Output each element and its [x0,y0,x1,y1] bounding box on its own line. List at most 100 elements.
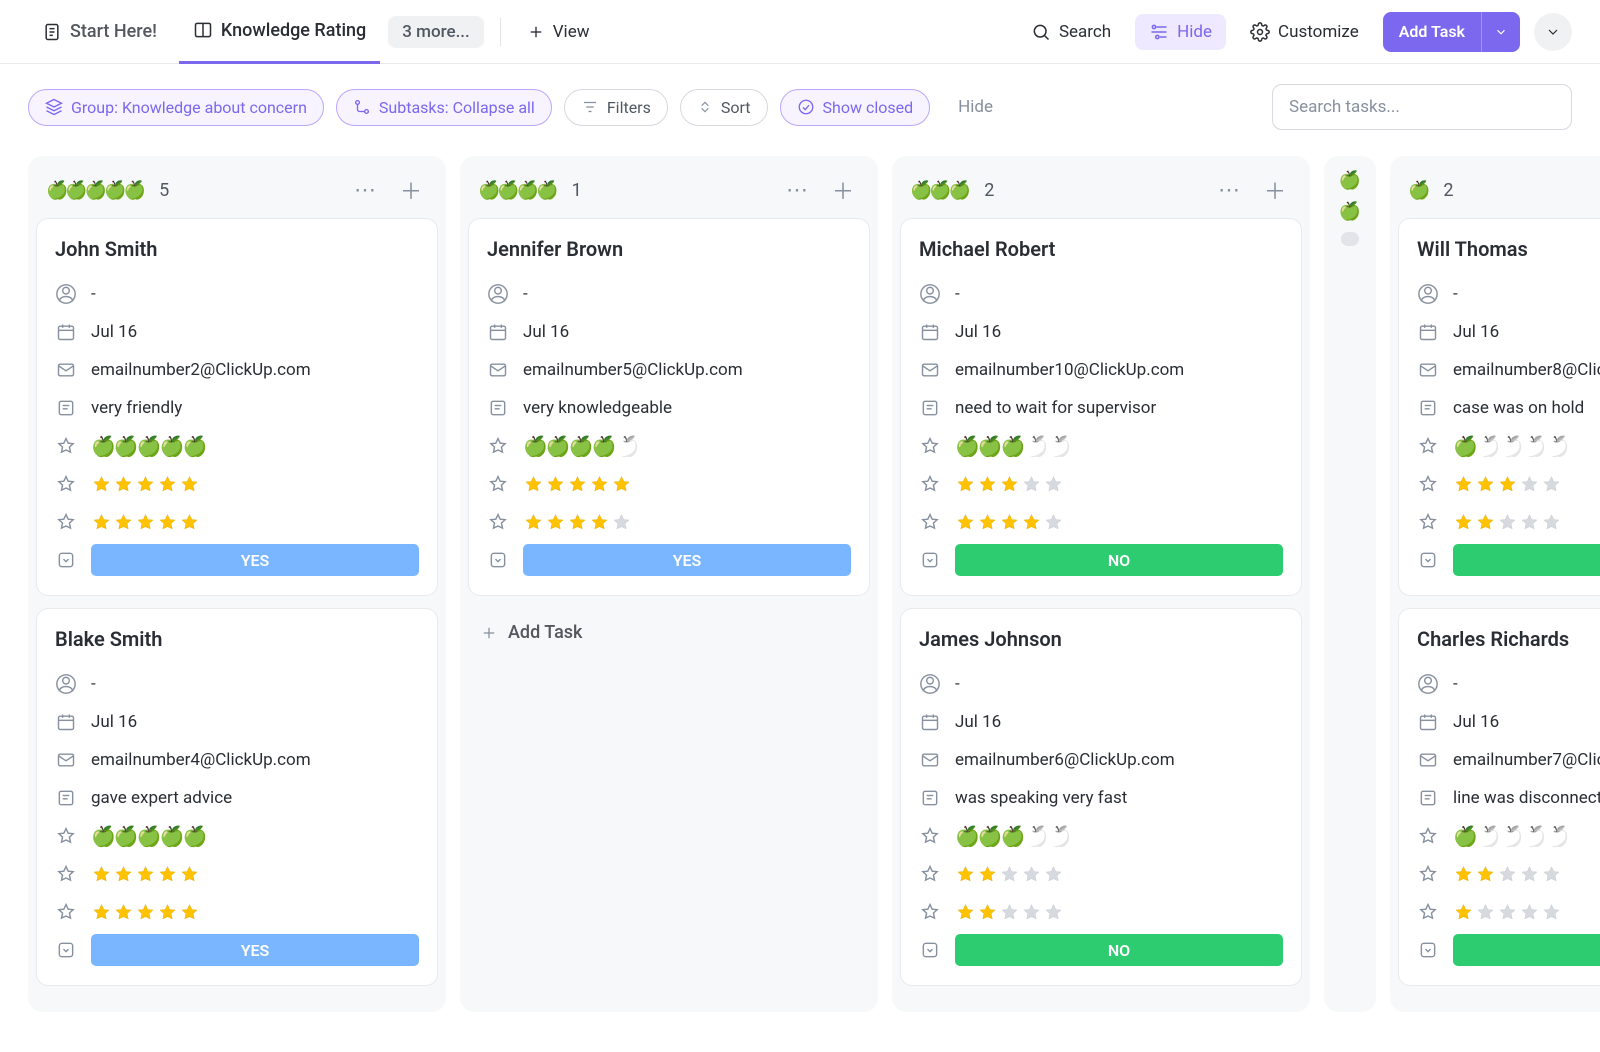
search-tasks-input[interactable]: Search tasks... [1272,84,1572,130]
rating-stars-2 [919,893,1283,931]
more-menu-button[interactable] [1534,13,1572,51]
card-title: Charles Richards [1417,627,1600,651]
answer-field: YES [55,931,419,969]
add-task-dropdown[interactable] [1481,12,1520,52]
assignee-field: - [55,665,419,703]
rating-stars-2 [1417,503,1600,541]
column-menu-icon[interactable]: ⋯ [348,178,384,203]
column-count: 2 [1443,180,1453,201]
card-title: Jennifer Brown [487,237,851,261]
answer-tag[interactable]: YES [91,544,419,576]
rating-apples: 🍏🍏🍏🍏🍏 [1417,427,1600,465]
rating-stars-1 [1417,855,1600,893]
card-title: Will Thomas [1417,237,1600,261]
column-menu-icon[interactable]: ⋯ [1212,178,1248,203]
tab-knowledge-rating[interactable]: Knowledge Rating [179,0,380,64]
date-field: Jul 16 [55,703,419,741]
tab-start-here[interactable]: Start Here! [28,0,171,64]
column-count: 5 [159,180,169,201]
email-field: emailnumber8@ClickUp.com [1417,351,1600,389]
assignee-field: - [919,665,1283,703]
column-header: 🍏🍏🍏🍏 1 ⋯ ＋ [468,164,870,218]
add-view-button[interactable]: View [517,16,600,48]
column-add-icon[interactable]: ＋ [394,174,428,206]
add-task-row[interactable]: Add Task [468,608,870,657]
task-card[interactable]: James Johnson - Jul 16 emailnumber6@Clic… [900,608,1302,986]
main-toolbar: Start Here! Knowledge Rating 3 more... V… [0,0,1600,64]
board-column: 🍏🍏🍏🍏🍏 5 ⋯ ＋ John Smith - Jul 16 emailnum… [28,156,446,1012]
add-task-button[interactable]: Add Task [1383,12,1481,52]
answer-tag[interactable]: YES [523,544,851,576]
column-add-icon[interactable]: ＋ [1258,174,1292,206]
tab-label: Start Here! [70,21,157,42]
answer-tag[interactable]: NO [955,934,1283,966]
rating-apples: 🍏🍏🍏🍏🍏 [1417,817,1600,855]
assignee-field: - [487,275,851,313]
task-card[interactable]: Michael Robert - Jul 16 emailnumber10@Cl… [900,218,1302,596]
label: Subtasks: Collapse all [379,98,535,117]
rating-stars-2 [919,503,1283,541]
apple-icon: 🍏 [1339,201,1361,222]
task-card[interactable]: Charles Richards - Jul 16 emailnumber7@C… [1398,608,1600,986]
label: View [553,22,590,42]
assignee-field: - [55,275,419,313]
column-rating: 🍏🍏🍏 [910,180,968,201]
column-header: 🍏🍏🍏 2 ⋯ ＋ [900,164,1302,218]
show-closed-chip[interactable]: Show closed [780,89,931,126]
rating-stars-2 [1417,893,1600,931]
more-tabs-badge[interactable]: 3 more... [388,16,483,48]
email-field: emailnumber5@ClickUp.com [487,351,851,389]
hide-button[interactable]: Hide [1135,14,1226,50]
divider [500,18,501,46]
column-rating: 🍏 [1408,180,1427,201]
answer-tag[interactable]: NO [1453,544,1600,576]
rating-apples: 🍏🍏🍏🍏🍏 [919,817,1283,855]
note-field: line was disconnected [1417,779,1600,817]
task-card[interactable]: Blake Smith - Jul 16 emailnumber4@ClickU… [36,608,438,986]
column-menu-icon[interactable]: ⋯ [780,178,816,203]
answer-field: YES [55,541,419,579]
task-card[interactable]: Will Thomas - Jul 16 emailnumber8@ClickU… [1398,218,1600,596]
date-field: Jul 16 [1417,703,1600,741]
rating-stars-1 [487,465,851,503]
label: Show closed [823,98,914,117]
placeholder: Search tasks... [1289,97,1400,117]
hide-link[interactable]: Hide [942,97,1009,117]
column-add-icon[interactable]: ＋ [826,174,860,206]
card-title: John Smith [55,237,419,261]
note-field: gave expert advice [55,779,419,817]
date-field: Jul 16 [919,703,1283,741]
customize-button[interactable]: Customize [1240,16,1369,48]
rating-stars-1 [55,855,419,893]
card-title: Michael Robert [919,237,1283,261]
label: Search [1059,22,1111,42]
subtasks-chip[interactable]: Subtasks: Collapse all [336,89,552,126]
count-pill [1341,232,1359,246]
email-field: emailnumber6@ClickUp.com [919,741,1283,779]
rating-stars-1 [919,465,1283,503]
email-field: emailnumber4@ClickUp.com [55,741,419,779]
rating-stars-2 [487,503,851,541]
add-task-split-button: Add Task [1383,12,1520,52]
group-chip[interactable]: Group: Knowledge about concern [28,89,324,126]
answer-tag[interactable]: YES [91,934,419,966]
task-card[interactable]: Jennifer Brown - Jul 16 emailnumber5@Cli… [468,218,870,596]
board-column: 🍏🍏🍏 2 ⋯ ＋ Michael Robert - Jul 16 emailn… [892,156,1310,1012]
search-button[interactable]: Search [1021,16,1121,48]
column-header: 🍏🍏🍏🍏🍏 5 ⋯ ＋ [36,164,438,218]
column-rating: 🍏🍏🍏🍏 [478,180,556,201]
note-field: case was on hold [1417,389,1600,427]
label: Sort [721,98,751,117]
filters-chip[interactable]: Filters [564,89,668,126]
answer-tag[interactable]: NO [1453,934,1600,966]
label: Filters [607,98,651,117]
note-field: was speaking very fast [919,779,1283,817]
collapsed-column[interactable]: 🍏 🍏 [1324,156,1376,1012]
board-column: 🍏🍏🍏🍏 1 ⋯ ＋ Jennifer Brown - Jul 16 email… [460,156,878,1012]
rating-apples: 🍏🍏🍏🍏🍏 [919,427,1283,465]
task-card[interactable]: John Smith - Jul 16 emailnumber2@ClickUp… [36,218,438,596]
sort-chip[interactable]: Sort [680,89,768,126]
date-field: Jul 16 [919,313,1283,351]
answer-field: NO [919,541,1283,579]
answer-tag[interactable]: NO [955,544,1283,576]
